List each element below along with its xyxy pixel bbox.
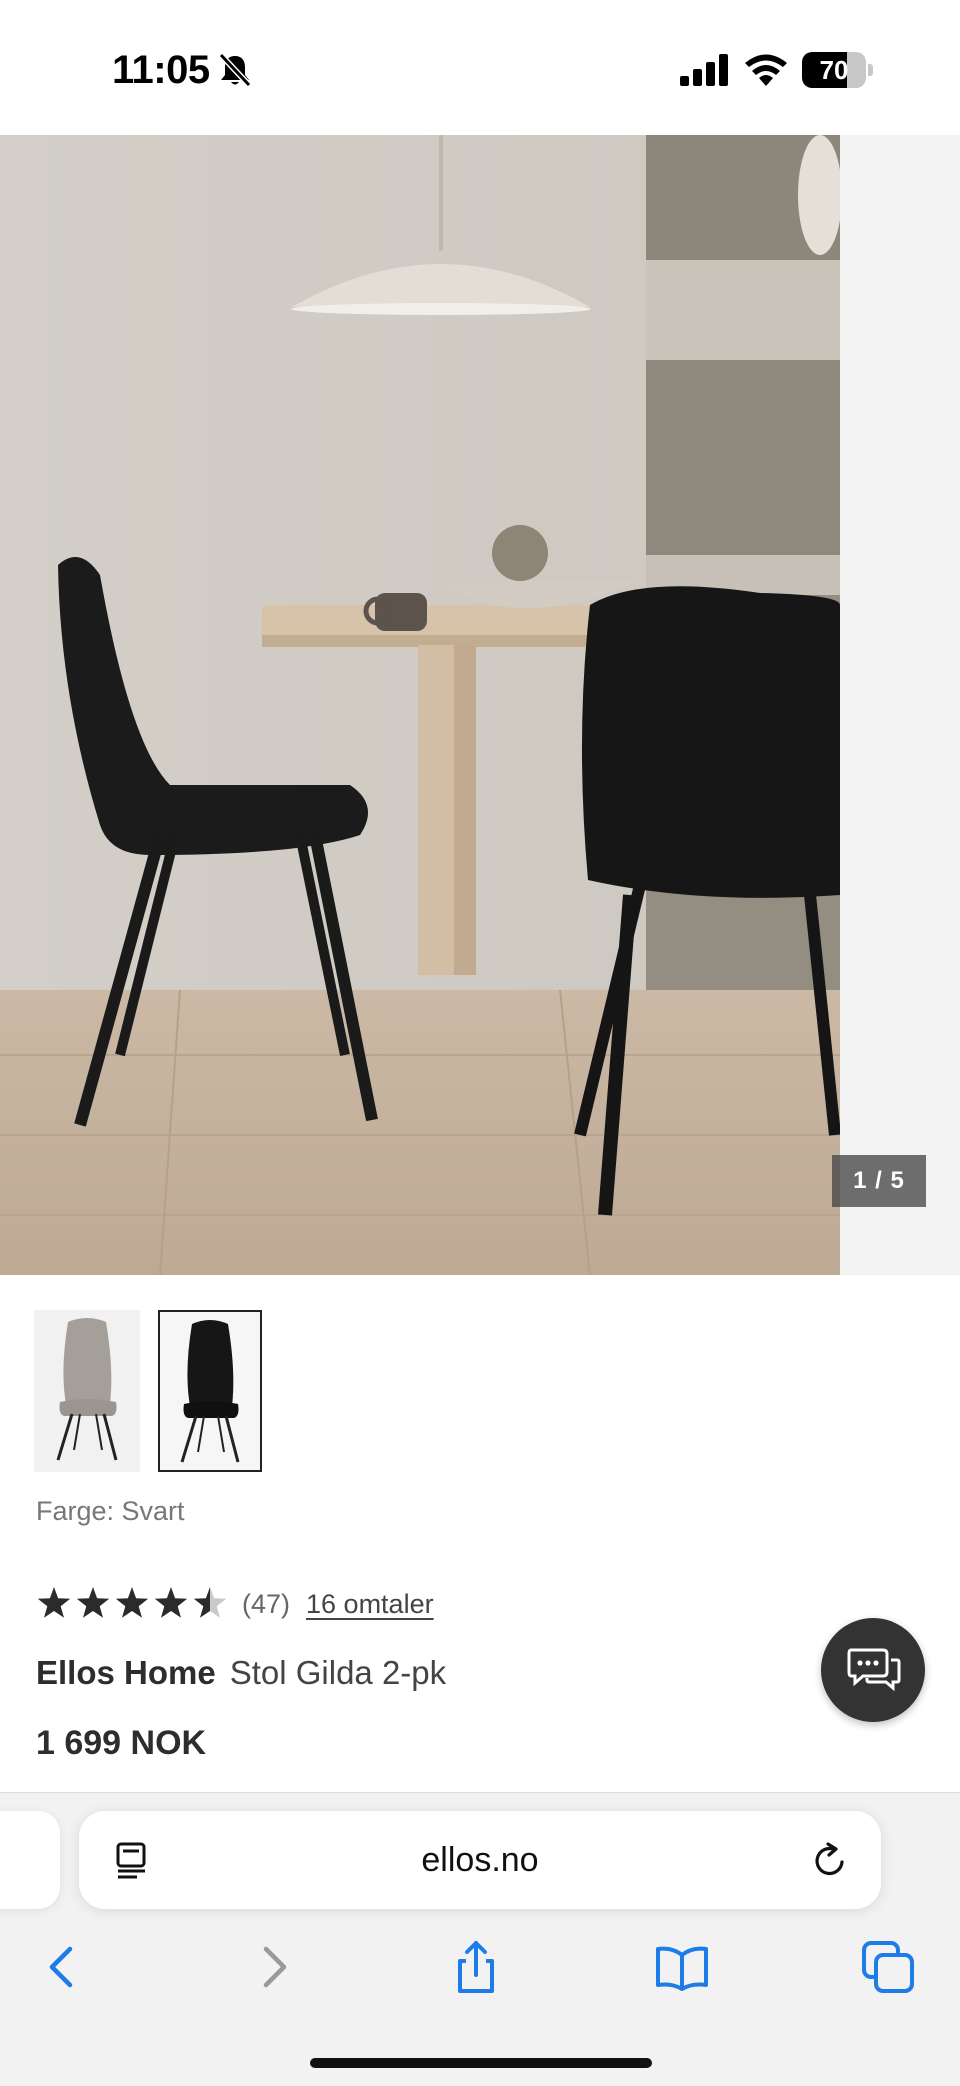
forward-icon[interactable] <box>246 1939 302 1995</box>
product-name: Stol Gilda 2-pk <box>229 1654 447 1691</box>
reload-icon[interactable] <box>811 1841 849 1879</box>
previous-tab-peek[interactable] <box>0 1811 60 1909</box>
share-icon[interactable] <box>448 1939 504 1995</box>
chat-bubbles-icon <box>847 1648 901 1692</box>
product-photo[interactable] <box>0 135 840 1275</box>
image-counter: 1 / 5 <box>832 1155 926 1207</box>
rating-count: (47) <box>242 1588 291 1619</box>
status-bar: 11:05 70 <box>0 0 960 135</box>
bell-slash-icon <box>218 52 252 88</box>
product-image-gallery[interactable] <box>0 135 960 1275</box>
home-indicator <box>310 2058 652 2068</box>
star-icon <box>193 1587 227 1618</box>
url-text[interactable]: ellos.no <box>79 1841 881 1880</box>
color-label: Farge: Svart <box>36 1496 185 1526</box>
star-icon <box>37 1587 71 1618</box>
address-bar[interactable]: ellos.no <box>79 1811 881 1909</box>
battery-icon: 70 <box>802 52 874 88</box>
battery-percent: 70 <box>819 55 849 85</box>
star-rating-icon <box>37 1587 227 1618</box>
cellular-signal-icon <box>680 54 728 86</box>
product-price: 1 699 NOK <box>36 1724 207 1762</box>
product-rating: (47) 16 omtaler <box>36 1584 434 1624</box>
next-image-peek[interactable] <box>840 135 960 1275</box>
star-icon <box>115 1587 149 1618</box>
wifi-icon <box>745 54 787 86</box>
browser-bottom-bar: ellos.no <box>0 1792 960 2086</box>
black-chair-thumbnail[interactable] <box>158 1310 262 1472</box>
back-icon[interactable] <box>34 1939 90 1995</box>
star-icon <box>76 1587 110 1618</box>
bookmarks-icon[interactable] <box>654 1939 710 1995</box>
status-time: 11:05 <box>112 48 210 92</box>
reviews-link[interactable]: 16 omtaler <box>306 1589 434 1620</box>
grey-chair-thumbnail[interactable] <box>34 1310 140 1472</box>
chat-button[interactable] <box>821 1618 925 1722</box>
tabs-icon[interactable] <box>860 1939 916 1995</box>
product-brand[interactable]: Ellos Home <box>36 1654 216 1691</box>
star-icon <box>154 1587 188 1618</box>
product-title: Ellos Home Stol Gilda 2-pk <box>36 1654 446 1692</box>
